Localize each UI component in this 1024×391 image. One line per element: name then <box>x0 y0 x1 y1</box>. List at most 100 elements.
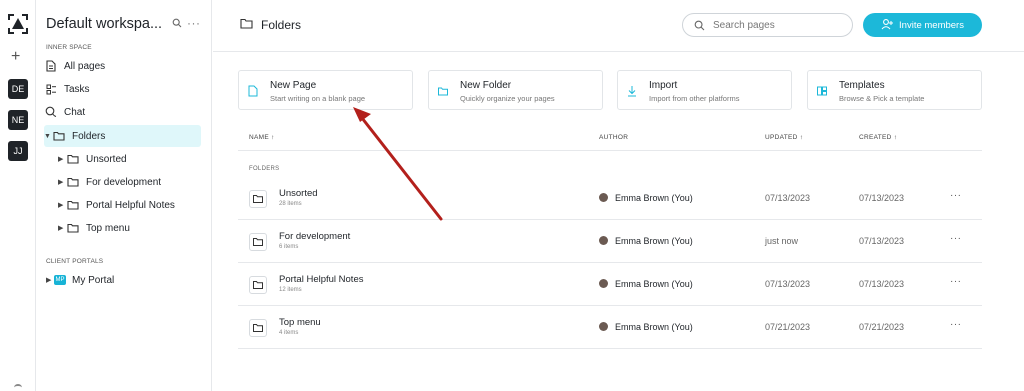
sidebar-item-chat[interactable]: Chat <box>44 101 201 123</box>
sidebar-item-folders[interactable]: ▼ Folders <box>44 125 201 147</box>
sidebar-item-my-portal[interactable]: ▶ MP My Portal <box>46 269 203 291</box>
header-divider <box>238 150 982 151</box>
table-row[interactable]: Top menu 4 items Emma Brown (You) 07/21/… <box>238 306 982 349</box>
section-label-inner-space: INNER SPACE <box>46 44 92 51</box>
sidebar-item-portal-helpful-notes[interactable]: ▶ Portal Helpful Notes <box>58 194 201 216</box>
folder-icon <box>66 152 80 166</box>
templates-icon <box>817 86 827 96</box>
sort-arrow-icon: ↑ <box>271 134 275 141</box>
avatar <box>599 193 608 202</box>
rail-bottom-icon[interactable] <box>14 384 22 391</box>
portal-badge: MP <box>54 275 66 285</box>
caret-down-icon[interactable]: ▼ <box>44 133 52 140</box>
column-header-created[interactable]: CREATED ↑ <box>859 134 897 141</box>
sidebar-item-label: Tasks <box>64 83 90 95</box>
folder-icon <box>66 198 80 212</box>
row-more-icon[interactable]: ··· <box>950 190 962 201</box>
item-count: 4 items <box>279 330 299 336</box>
sidebar-item-label: Portal Helpful Notes <box>86 199 175 211</box>
sidebar-item-unsorted[interactable]: ▶ Unsorted <box>58 148 201 170</box>
row-more-icon[interactable]: ··· <box>950 276 962 287</box>
workspace-name[interactable]: Default workspa... <box>46 16 162 32</box>
sort-arrow-icon: ↑ <box>799 134 804 141</box>
column-header-label: CREATED <box>859 134 892 141</box>
created-date: 07/13/2023 <box>859 279 905 289</box>
avatar <box>599 322 608 331</box>
card-title: New Folder <box>460 80 512 91</box>
workspace-button-ne[interactable]: NE <box>8 110 28 130</box>
section-label-client-portals: CLIENT PORTALS <box>46 258 104 265</box>
table-row[interactable]: Portal Helpful Notes 12 items Emma Brown… <box>238 263 982 306</box>
sidebar-item-label: Folders <box>72 130 106 142</box>
invite-users-icon <box>881 18 894 33</box>
app-logo-icon[interactable] <box>7 13 29 35</box>
search-placeholder: Search pages <box>713 19 775 31</box>
table-row[interactable]: For development 6 items Emma Brown (You)… <box>238 220 982 263</box>
workspace-button-jj[interactable]: JJ <box>8 141 28 161</box>
card-title: Templates <box>839 80 885 91</box>
invite-members-label: Invite members <box>899 19 964 31</box>
item-count: 28 items <box>279 201 302 207</box>
table-row[interactable]: Unsorted 28 items Emma Brown (You) 07/13… <box>238 177 982 220</box>
author-name: Emma Brown (You) <box>615 279 693 289</box>
sidebar: Default workspa... ··· INNER SPACE All p… <box>36 0 212 391</box>
folder-name[interactable]: Portal Helpful Notes <box>279 274 363 285</box>
column-header-label: NAME <box>249 134 269 141</box>
column-header-author[interactable]: AUTHOR <box>599 134 628 141</box>
created-date: 07/13/2023 <box>859 193 905 203</box>
caret-right-icon[interactable]: ▶ <box>58 201 66 209</box>
sidebar-item-label: My Portal <box>72 274 115 286</box>
sidebar-item-label: Unsorted <box>86 153 127 165</box>
sidebar-item-for-development[interactable]: ▶ For development <box>58 171 201 193</box>
card-subtitle: Import from other platforms <box>649 94 740 103</box>
caret-right-icon[interactable]: ▶ <box>58 224 66 232</box>
workspace-button-de[interactable]: DE <box>8 79 28 99</box>
card-subtitle: Quickly organize your pages <box>460 94 555 103</box>
created-date: 07/13/2023 <box>859 236 905 246</box>
caret-right-icon[interactable]: ▶ <box>58 155 66 163</box>
column-header-updated[interactable]: UPDATED ↑ <box>765 134 803 141</box>
card-subtitle: Browse & Pick a template <box>839 94 925 103</box>
updated-date: 07/13/2023 <box>765 193 811 203</box>
column-header-label: AUTHOR <box>599 134 629 141</box>
download-icon <box>628 86 636 97</box>
author-name: Emma Brown (You) <box>615 193 693 203</box>
sidebar-item-label: All pages <box>64 60 106 72</box>
group-label: FOLDERS <box>249 166 280 172</box>
folder-name[interactable]: Top menu <box>279 317 321 328</box>
row-more-icon[interactable]: ··· <box>950 319 962 330</box>
folder-name[interactable]: For development <box>279 231 350 242</box>
sidebar-item-label: For development <box>86 176 162 188</box>
updated-date: 07/13/2023 <box>765 279 811 289</box>
sidebar-item-tasks[interactable]: Tasks <box>44 78 201 100</box>
tasks-icon <box>44 82 58 96</box>
search-icon <box>694 20 705 30</box>
column-header-name[interactable]: NAME ↑ <box>249 134 275 141</box>
chat-icon <box>44 105 58 119</box>
folder-icon <box>52 129 66 143</box>
folder-icon <box>249 276 267 294</box>
card-title: New Page <box>270 80 317 91</box>
search-icon[interactable] <box>172 18 182 28</box>
new-folder-card[interactable]: New Folder Quickly organize your pages <box>428 70 603 110</box>
more-options-icon[interactable]: ··· <box>187 16 201 30</box>
invite-members-button[interactable]: Invite members <box>863 13 982 37</box>
folder-icon <box>66 221 80 235</box>
sidebar-item-top-menu[interactable]: ▶ Top menu <box>58 217 201 239</box>
topbar: Folders Search pages Invite members <box>213 0 1024 52</box>
add-workspace-icon[interactable]: + <box>11 49 20 65</box>
card-subtitle: Start writing on a blank page <box>270 94 366 103</box>
search-input[interactable]: Search pages <box>682 13 853 37</box>
new-page-card[interactable]: New Page Start writing on a blank page <box>238 70 413 110</box>
import-card[interactable]: Import Import from other platforms <box>617 70 792 110</box>
row-more-icon[interactable]: ··· <box>950 233 962 244</box>
workspace-rail: + DE NE JJ <box>0 0 36 391</box>
sidebar-item-label: Chat <box>64 106 86 118</box>
caret-right-icon[interactable]: ▶ <box>46 276 54 284</box>
templates-card[interactable]: Templates Browse & Pick a template <box>807 70 982 110</box>
sidebar-item-label: Top menu <box>86 222 130 234</box>
sort-arrow-icon: ↑ <box>893 134 898 141</box>
sidebar-item-all-pages[interactable]: All pages <box>44 55 201 77</box>
caret-right-icon[interactable]: ▶ <box>58 178 66 186</box>
folder-name[interactable]: Unsorted <box>279 188 318 199</box>
